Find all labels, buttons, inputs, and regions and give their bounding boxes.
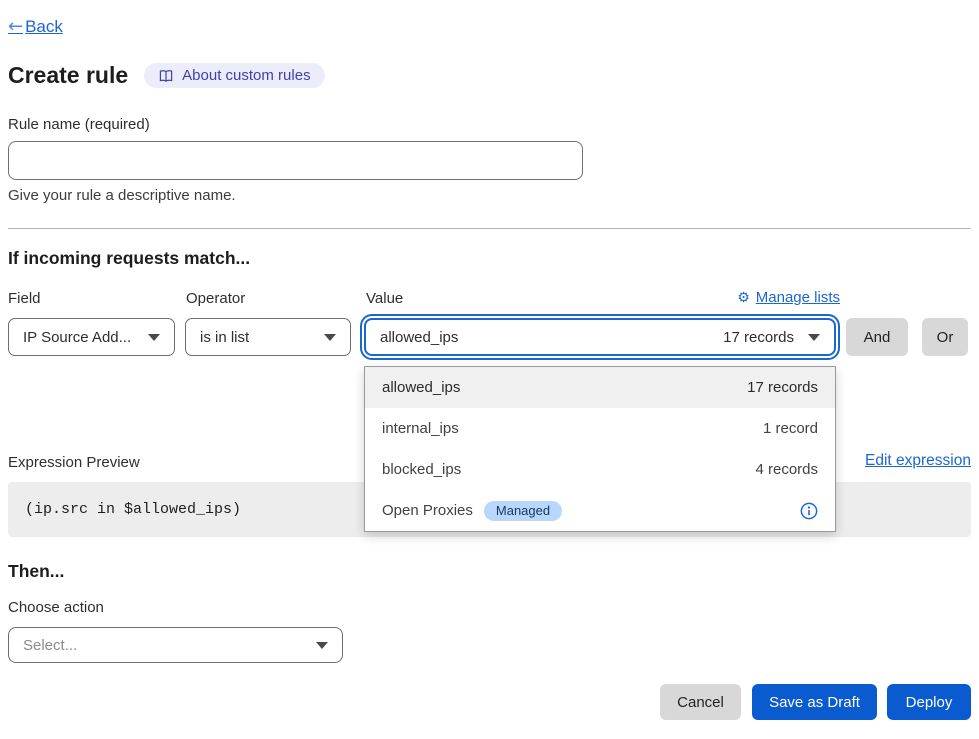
expression-preview-label: Expression Preview [8,454,140,471]
back-label: Back [25,17,63,37]
list-item-blocked-ips[interactable]: blocked_ips 4 records [365,449,835,490]
back-link[interactable]: ←Back [8,16,63,37]
manage-lists-label: Manage lists [756,289,840,306]
match-section-heading: If incoming requests match... [8,248,250,269]
about-pill-label: About custom rules [182,67,310,84]
page-title: Create rule [8,62,128,89]
field-select-value: IP Source Add... [23,329,131,346]
operator-select[interactable]: is in list [185,318,351,356]
manage-lists-link[interactable]: ⚙ Manage lists [737,289,840,306]
section-divider [8,228,971,229]
about-custom-rules-link[interactable]: About custom rules [144,63,324,88]
back-arrow-icon: ← [8,16,23,37]
choose-action-label: Choose action [8,599,104,616]
list-item-name: internal_ips [382,420,459,437]
rule-name-label: Rule name (required) [8,116,150,133]
managed-badge: Managed [484,501,562,521]
list-item-internal-ips[interactable]: internal_ips 1 record [365,408,835,449]
and-button[interactable]: And [846,318,908,356]
value-select[interactable]: allowed_ips 17 records [364,318,836,356]
or-button[interactable]: Or [922,318,968,356]
info-icon[interactable] [800,502,818,520]
expression-code: (ip.src in $allowed_ips) [25,501,241,518]
save-as-draft-button[interactable]: Save as Draft [752,684,877,720]
operator-label: Operator [186,290,245,307]
operator-select-value: is in list [200,329,249,346]
list-item-name: Open Proxies [382,502,473,519]
value-label: Value [366,290,403,307]
then-section-heading: Then... [8,561,64,582]
chevron-down-icon [324,334,336,341]
value-select-value: allowed_ips [380,329,458,346]
action-select-placeholder: Select... [23,637,77,654]
gear-icon: ⚙ [737,290,750,306]
field-select[interactable]: IP Source Add... [8,318,175,356]
title-row: Create rule About custom rules [8,62,325,89]
list-item-meta: 1 record [763,420,818,437]
deploy-button[interactable]: Deploy [887,684,971,720]
list-item-open-proxies[interactable]: Open Proxies Managed [365,490,835,531]
book-icon [158,68,174,84]
rule-name-helper: Give your rule a descriptive name. [8,187,236,204]
edit-expression-link[interactable]: Edit expression [865,452,971,470]
chevron-down-icon [808,334,820,341]
field-label: Field [8,290,41,307]
value-select-records: 17 records [723,329,794,346]
rule-name-input[interactable] [8,141,583,180]
list-item-name: allowed_ips [382,379,460,396]
list-item-meta: 17 records [747,379,818,396]
value-dropdown-panel: allowed_ips 17 records internal_ips 1 re… [364,366,836,532]
list-item-allowed-ips[interactable]: allowed_ips 17 records [365,367,835,408]
action-select[interactable]: Select... [8,627,343,663]
chevron-down-icon [148,334,160,341]
chevron-down-icon [316,642,328,649]
cancel-button[interactable]: Cancel [660,684,741,720]
list-item-meta: 4 records [755,461,818,478]
list-item-name: blocked_ips [382,461,461,478]
